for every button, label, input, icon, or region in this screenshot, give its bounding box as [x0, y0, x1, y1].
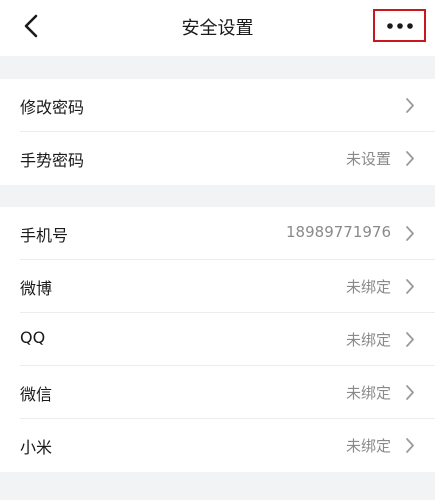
wechat-binding-row[interactable]: 微信 未绑定 — [0, 366, 435, 419]
row-value: 未设置 — [345, 150, 391, 168]
row-label: QQ — [20, 328, 46, 347]
account-binding-section: 手机号 18989771976 微博 未绑定 QQ 未绑定 微信 未绑定 小米 … — [0, 207, 435, 472]
row-value: 未绑定 — [345, 384, 391, 402]
page-title: 安全设置 — [181, 18, 254, 39]
row-value: 18989771976 — [286, 223, 391, 241]
row-label: 微信 — [20, 385, 53, 404]
weibo-binding-row[interactable]: 微博 未绑定 — [0, 260, 435, 313]
row-label: 微博 — [20, 279, 53, 298]
chevron-right-icon — [406, 385, 414, 400]
chevron-right-icon — [406, 226, 414, 241]
more-horizontal-icon — [386, 22, 413, 29]
more-options-button[interactable] — [373, 9, 426, 42]
chevron-right-icon — [406, 279, 414, 294]
row-label: 修改密码 — [20, 98, 85, 117]
xiaomi-binding-row[interactable]: 小米 未绑定 — [0, 419, 435, 472]
chevron-right-icon — [406, 438, 414, 453]
row-label: 手势密码 — [20, 151, 85, 170]
qq-binding-row[interactable]: QQ 未绑定 — [0, 313, 435, 366]
gesture-password-row[interactable]: 手势密码 未设置 — [0, 132, 435, 185]
top-navigation-bar: 安全设置 — [0, 0, 435, 56]
phone-number-row[interactable]: 手机号 18989771976 — [0, 207, 435, 260]
row-value: 未绑定 — [345, 331, 391, 349]
row-label: 小米 — [20, 438, 53, 457]
change-password-row[interactable]: 修改密码 — [0, 79, 435, 132]
chevron-right-icon — [406, 332, 414, 347]
chevron-right-icon — [406, 151, 414, 166]
row-label: 手机号 — [20, 226, 69, 245]
password-settings-section: 修改密码 手势密码 未设置 — [0, 79, 435, 185]
bottom-spacer — [0, 472, 435, 500]
row-value: 未绑定 — [345, 278, 391, 296]
row-value: 未绑定 — [345, 437, 391, 455]
chevron-right-icon — [406, 98, 414, 113]
